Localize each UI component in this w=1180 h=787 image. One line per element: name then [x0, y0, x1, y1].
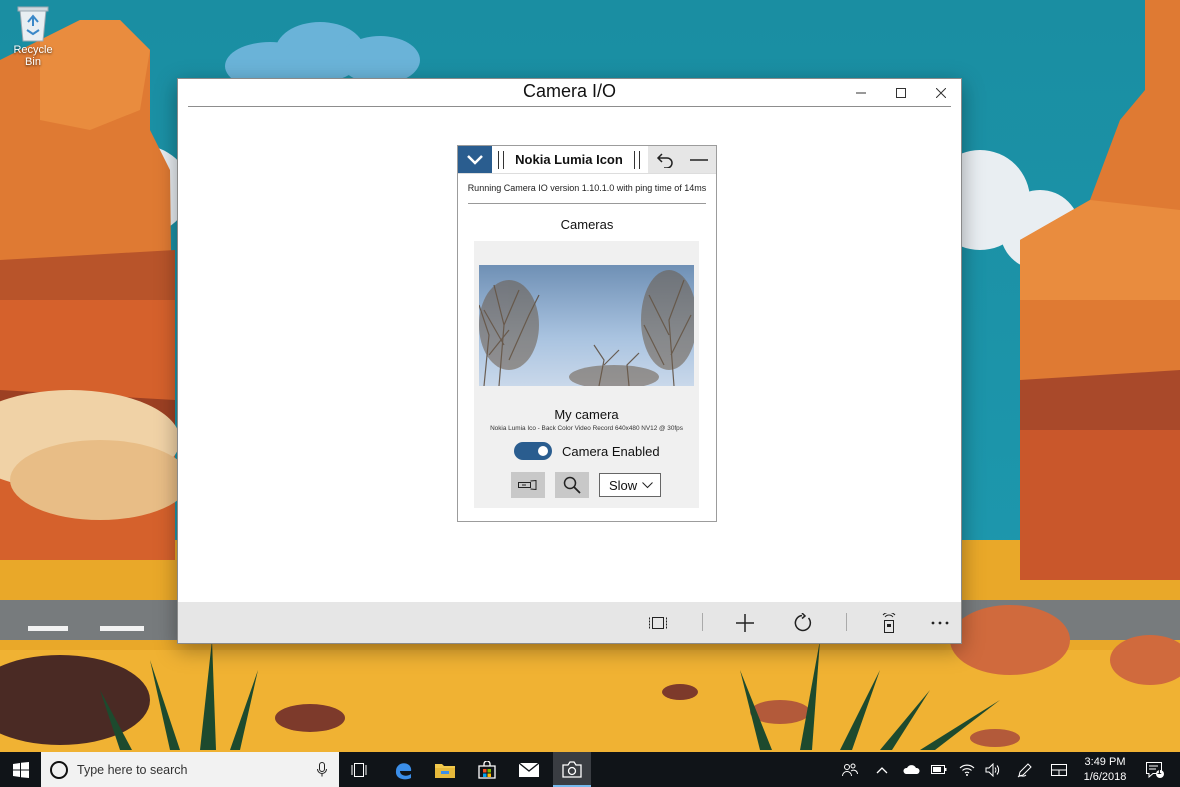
camera-enabled-toggle[interactable] — [514, 442, 552, 460]
store-icon — [478, 760, 496, 779]
pen-icon — [1017, 762, 1032, 777]
recycle-bin[interactable]: Recycle Bin — [4, 4, 62, 68]
window-titlebar[interactable]: Camera I/O — [178, 79, 961, 107]
camera-card: My camera Nokia Lumia Ico - Back Color V… — [474, 241, 699, 508]
drag-handle-left[interactable] — [498, 150, 504, 169]
windows-logo-icon — [12, 761, 29, 778]
start-button[interactable] — [0, 752, 41, 787]
camera-preview-image — [479, 265, 694, 386]
camera-enabled-label: Camera Enabled — [562, 443, 660, 459]
volume-button[interactable] — [981, 752, 1005, 787]
folder-icon — [435, 763, 455, 778]
fit-screen-icon — [649, 617, 667, 629]
panel-divider — [468, 203, 706, 204]
show-hidden-icons-button[interactable] — [872, 752, 892, 787]
refresh-button[interactable] — [792, 612, 814, 634]
search-icon — [563, 476, 581, 494]
mail-button[interactable] — [511, 752, 547, 787]
camera-description: Nokia Lumia Ico - Back Color Video Recor… — [490, 425, 683, 432]
flashlight-button[interactable] — [511, 472, 545, 498]
device-name: Nokia Lumia Icon — [515, 152, 623, 167]
keyboard-icon — [1051, 763, 1067, 776]
close-button[interactable] — [921, 79, 961, 107]
recycle-bin-icon — [17, 4, 49, 42]
cortana-icon — [50, 760, 68, 779]
add-button[interactable] — [734, 612, 756, 634]
collapse-panel-button[interactable] — [682, 146, 716, 173]
file-explorer-button[interactable] — [427, 752, 463, 787]
maximize-icon — [896, 88, 906, 98]
battery-icon — [931, 765, 947, 774]
appbar-separator — [846, 613, 847, 631]
maximize-button[interactable] — [881, 79, 921, 107]
flashlight-icon — [518, 480, 537, 490]
search-placeholder: Type here to search — [77, 762, 188, 777]
people-icon — [842, 763, 858, 776]
taskbar: Type here to search 3:49 PM 1/6/2018 1 — [0, 752, 1180, 787]
chevron-down-icon — [467, 154, 483, 165]
add-icon — [736, 614, 754, 632]
chevron-up-icon — [876, 766, 888, 773]
camera-name: My camera — [554, 407, 619, 422]
camera-io-taskbar-button[interactable] — [553, 752, 591, 787]
connection-status: Running Camera IO version 1.10.1.0 with … — [467, 183, 707, 193]
device-panel: Nokia Lumia Icon Running Camera IO versi… — [457, 145, 717, 522]
mail-icon — [519, 762, 539, 777]
edge-icon — [395, 762, 412, 779]
edge-button[interactable] — [385, 752, 421, 787]
people-button[interactable] — [838, 752, 862, 787]
refresh-icon — [794, 613, 812, 632]
network-button[interactable] — [955, 752, 979, 787]
zoom-button[interactable] — [555, 472, 589, 498]
more-icon — [931, 621, 949, 625]
minimize-button[interactable] — [841, 79, 881, 107]
volume-icon — [985, 762, 1000, 777]
onedrive-button[interactable] — [899, 752, 923, 787]
remote-button[interactable] — [878, 612, 900, 634]
undo-icon — [656, 152, 673, 168]
fit-screen-button[interactable] — [647, 612, 669, 634]
undo-button[interactable] — [648, 146, 682, 173]
appbar-separator — [702, 613, 703, 631]
wifi-icon — [959, 764, 975, 776]
cameras-heading: Cameras — [560, 217, 614, 232]
pen-workspace-button[interactable] — [1012, 752, 1038, 787]
task-view-icon — [351, 762, 367, 777]
task-view-button[interactable] — [341, 752, 377, 787]
microphone-icon — [317, 762, 327, 777]
minus-icon — [690, 158, 708, 161]
collapse-button[interactable] — [458, 146, 492, 173]
app-command-bar — [178, 602, 961, 643]
device-header: Nokia Lumia Icon — [458, 146, 716, 174]
drag-handle-right[interactable] — [634, 150, 640, 169]
minimize-icon — [856, 92, 866, 94]
store-button[interactable] — [469, 752, 505, 787]
more-button[interactable] — [929, 612, 951, 634]
chevron-down-icon — [642, 481, 653, 488]
camera-io-window: Camera I/O Nokia Lumia Icon Running Came… — [177, 78, 962, 644]
touch-keyboard-button[interactable] — [1046, 752, 1072, 787]
speed-select-value: Slow — [609, 477, 638, 493]
action-center-button[interactable]: 1 — [1140, 752, 1170, 787]
camera-icon — [562, 760, 582, 778]
system-clock[interactable]: 3:49 PM 1/6/2018 — [1075, 755, 1135, 785]
remote-icon — [882, 613, 896, 633]
battery-button[interactable] — [927, 752, 951, 787]
clock-date: 1/6/2018 — [1083, 771, 1127, 783]
title-divider — [188, 106, 951, 107]
clock-time: 3:49 PM — [1084, 756, 1126, 768]
notification-count: 1 — [1157, 767, 1162, 776]
recycle-bin-label: Recycle Bin — [13, 44, 53, 68]
camera-preview[interactable] — [479, 265, 694, 386]
speed-select[interactable]: Slow — [599, 473, 661, 497]
taskbar-search[interactable]: Type here to search — [41, 752, 339, 787]
close-icon — [936, 88, 946, 98]
onedrive-icon — [903, 765, 920, 774]
